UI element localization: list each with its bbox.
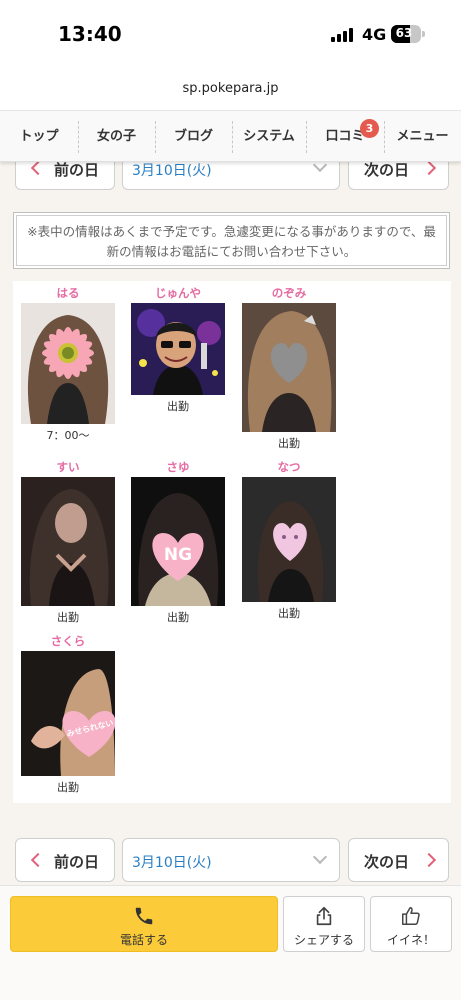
cast-card-natsu[interactable]: なつ 出勤 xyxy=(242,459,336,621)
thumbs-up-icon xyxy=(402,907,420,925)
share-button[interactable]: シェアする xyxy=(283,896,365,952)
chevron-right-icon xyxy=(421,852,437,868)
phone-icon xyxy=(135,907,153,925)
cast-card-junya[interactable]: じゅんや 出勤 xyxy=(131,285,225,414)
cellular-signal-icon xyxy=(331,26,355,42)
cast-card-sakura[interactable]: さくら みせられない 出勤 xyxy=(21,633,115,795)
cast-name: さくら xyxy=(50,634,86,648)
nav-item-system[interactable]: システム xyxy=(232,111,306,163)
cast-status: 出勤 xyxy=(278,437,300,450)
chevron-left-icon xyxy=(30,852,46,868)
call-button[interactable]: 電話する xyxy=(10,896,278,952)
status-bar: 13:40 4G 63 xyxy=(0,0,461,70)
next-day-label: 次の日 xyxy=(364,853,410,871)
battery-icon: 63 xyxy=(391,25,421,43)
schedule-notice: ※表中の情報はあくまで予定です。急遽変更になる事がありますので、最新の情報はお電… xyxy=(13,212,450,269)
next-day-button[interactable]: 次の日 xyxy=(348,838,449,882)
cast-status: 7：00〜 xyxy=(46,429,90,442)
cast-card-sui[interactable]: すい 出勤 xyxy=(21,459,115,625)
nav-item-blog[interactable]: ブログ xyxy=(155,111,232,163)
chevron-right-icon xyxy=(421,160,437,176)
bottom-action-bar: 電話する シェアする イイネ！ xyxy=(0,885,461,1000)
prev-day-button[interactable]: 前の日 xyxy=(15,838,115,882)
reviews-count-badge: 3 xyxy=(360,119,379,138)
like-button-label: イイネ！ xyxy=(386,933,435,947)
cast-status: 出勤 xyxy=(278,607,300,620)
cast-card-nozomi[interactable]: のぞみ 出勤 xyxy=(242,285,336,451)
cast-photo[interactable] xyxy=(21,303,115,424)
cast-photo[interactable] xyxy=(131,303,225,395)
prev-day-label: 前の日 xyxy=(54,853,100,871)
status-time: 13:40 xyxy=(58,22,122,46)
cast-status: 出勤 xyxy=(57,611,79,624)
like-button[interactable]: イイネ！ xyxy=(370,896,452,952)
date-select[interactable]: 3月10日(火) xyxy=(122,838,340,882)
date-select-value: 3月10日(火) xyxy=(132,855,212,871)
cast-photo[interactable]: みせられない xyxy=(21,651,115,776)
battery-level: 63 xyxy=(395,26,413,40)
call-button-label: 電話する xyxy=(119,933,168,947)
cast-status: 出勤 xyxy=(167,611,189,624)
date-select-value: 3月10日(火) xyxy=(132,163,212,179)
cast-status: 出勤 xyxy=(57,781,79,794)
address-bar[interactable]: sp.pokepara.jp xyxy=(0,70,461,110)
cast-status: 出勤 xyxy=(167,400,189,413)
nav-item-top[interactable]: トップ xyxy=(0,111,78,163)
url-text: sp.pokepara.jp xyxy=(182,81,279,96)
ng-sticker: NG xyxy=(163,545,193,565)
cast-schedule-grid: はる 7：00〜 じゅんや 出勤 のぞみ 出勤 すい 出勤 さゆ NG 出勤 な… xyxy=(13,281,451,803)
share-icon xyxy=(316,906,332,926)
cast-photo[interactable] xyxy=(21,477,115,606)
cast-card-haru[interactable]: はる 7：00〜 xyxy=(21,285,115,443)
share-button-label: シェアする xyxy=(293,933,354,947)
nav-item-girls[interactable]: 女の子 xyxy=(78,111,155,163)
chevron-left-icon xyxy=(30,160,46,176)
cast-name: さゆ xyxy=(166,460,190,474)
cast-name: すい xyxy=(56,460,80,474)
cast-name: のぞみ xyxy=(271,286,307,300)
cast-card-sayu[interactable]: さゆ NG 出勤 xyxy=(131,459,225,625)
chevron-down-icon xyxy=(312,849,328,865)
date-nav-bottom: 前の日 3月10日(火) 次の日 xyxy=(0,838,461,882)
schedule-notice-text: ※表中の情報はあくまで予定です。急遽変更になる事がありますので、最新の情報はお電… xyxy=(16,215,447,266)
cast-photo[interactable] xyxy=(242,303,336,432)
cast-photo[interactable]: NG xyxy=(131,477,225,606)
nav-item-menu[interactable]: メニュー xyxy=(384,111,461,163)
main-nav: トップ 女の子 ブログ システム 口コミ メニュー 3 xyxy=(0,110,461,162)
cast-name: なつ xyxy=(277,460,301,474)
cast-name: はる xyxy=(56,286,80,300)
cast-name: じゅんや xyxy=(155,286,201,300)
cast-photo[interactable] xyxy=(242,477,336,602)
network-type: 4G xyxy=(362,25,387,44)
